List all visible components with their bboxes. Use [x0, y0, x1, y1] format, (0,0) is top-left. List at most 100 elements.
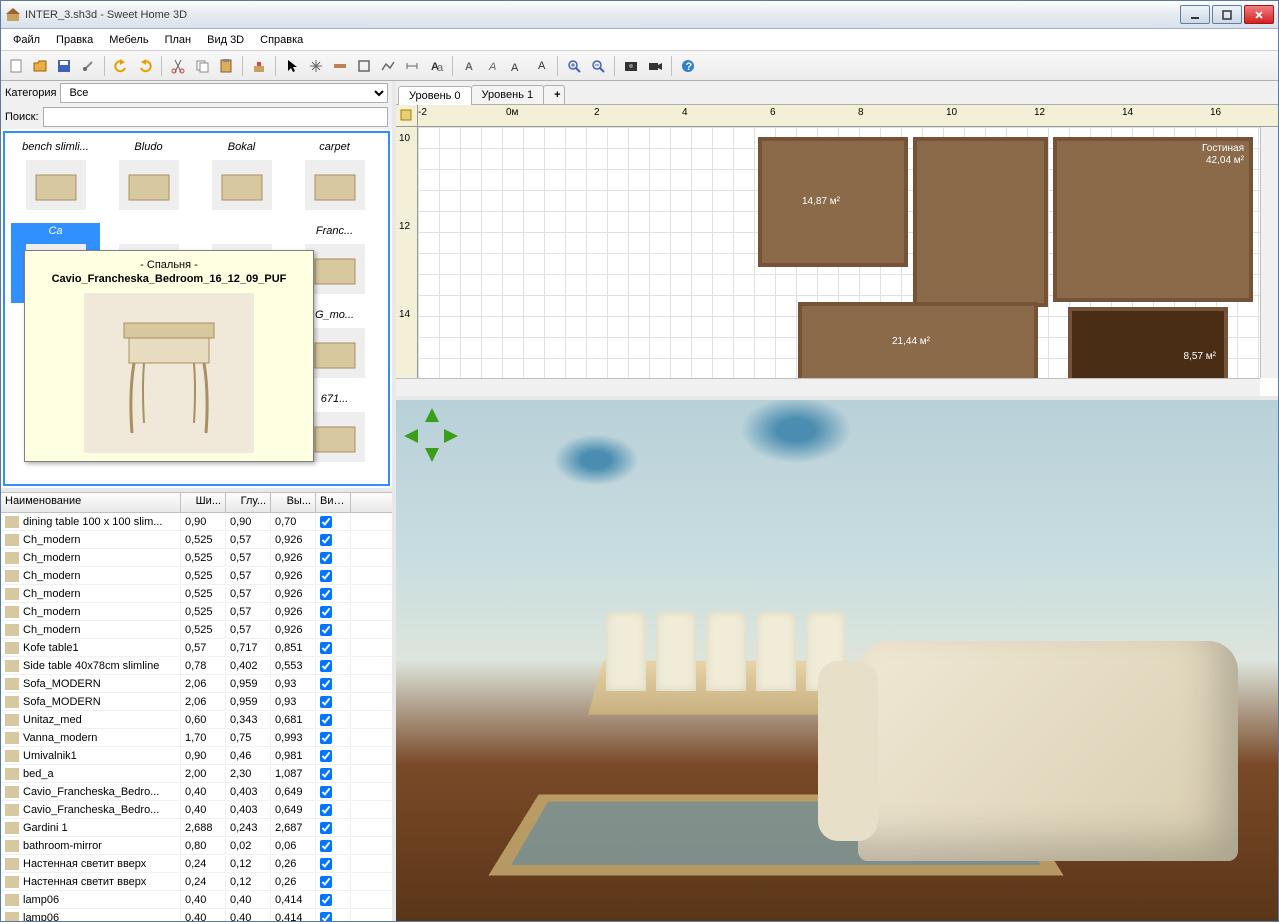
zoom-out-icon[interactable] — [587, 55, 609, 77]
table-row[interactable]: lamp06 0,40 0,40 0,414 — [1, 891, 392, 909]
prefs-icon[interactable] — [77, 55, 99, 77]
table-row[interactable]: Sofa_MODERN 2,06 0,959 0,93 — [1, 675, 392, 693]
create-dimension-icon[interactable] — [401, 55, 423, 77]
pan-icon[interactable] — [305, 55, 327, 77]
nav-left-icon[interactable] — [404, 429, 418, 443]
furniture-list[interactable]: Наименование Ши... Глу... Вы... Види... … — [1, 492, 392, 921]
menu-edit[interactable]: Правка — [48, 32, 101, 48]
add-furniture-icon[interactable] — [248, 55, 270, 77]
decrease-text-icon[interactable]: A — [530, 55, 552, 77]
visible-checkbox[interactable] — [320, 714, 332, 726]
table-row[interactable]: Umivalnik1 0,90 0,46 0,981 — [1, 747, 392, 765]
visible-checkbox[interactable] — [320, 516, 332, 528]
visible-checkbox[interactable] — [320, 750, 332, 762]
undo-icon[interactable] — [110, 55, 132, 77]
tab-level-1[interactable]: Уровень 1 — [471, 85, 545, 104]
table-row[interactable]: Sofa_MODERN 2,06 0,959 0,93 — [1, 693, 392, 711]
view-3d[interactable] — [396, 400, 1278, 921]
table-row[interactable]: Vanna_modern 1,70 0,75 0,993 — [1, 729, 392, 747]
plan-view[interactable]: -20м246810121416 101214 14,87 м² Гостина… — [396, 105, 1278, 400]
table-row[interactable]: Настенная светит вверх 0,24 0,12 0,26 — [1, 873, 392, 891]
menu-furniture[interactable]: Мебель — [101, 32, 156, 48]
visible-checkbox[interactable] — [320, 840, 332, 852]
table-row[interactable]: Kofe table1 0,57 0,717 0,851 — [1, 639, 392, 657]
table-row[interactable]: lamp06 0,40 0,40 0,414 — [1, 909, 392, 921]
visible-checkbox[interactable] — [320, 912, 332, 922]
visible-checkbox[interactable] — [320, 822, 332, 834]
table-row[interactable]: bed_a 2,00 2,30 1,087 — [1, 765, 392, 783]
catalog-item[interactable]: Bludo — [104, 139, 193, 219]
table-row[interactable]: Ch_modern 0,525 0,57 0,926 — [1, 531, 392, 549]
nav-right-icon[interactable] — [444, 429, 458, 443]
table-row[interactable]: dining table 100 x 100 slim... 0,90 0,90… — [1, 513, 392, 531]
photo-icon[interactable] — [620, 55, 642, 77]
plan-scrollbar-v[interactable] — [1260, 105, 1278, 378]
visible-checkbox[interactable] — [320, 876, 332, 888]
visible-checkbox[interactable] — [320, 696, 332, 708]
floorplan[interactable]: 14,87 м² Гостиная42,04 м² 21,44 м² 8,57 … — [758, 127, 1260, 378]
tab-add-level[interactable]: + — [543, 85, 565, 104]
text-italic-icon[interactable]: A — [482, 55, 504, 77]
tab-level-0[interactable]: Уровень 0 — [398, 86, 472, 105]
table-row[interactable]: Настенная светит вверх 0,24 0,12 0,26 — [1, 855, 392, 873]
save-icon[interactable] — [53, 55, 75, 77]
minimize-button[interactable] — [1180, 5, 1210, 24]
increase-text-icon[interactable]: A — [506, 55, 528, 77]
col-visible[interactable]: Види... — [316, 493, 351, 512]
table-row[interactable]: Ch_modern 0,525 0,57 0,926 — [1, 621, 392, 639]
col-depth[interactable]: Глу... — [226, 493, 271, 512]
select-icon[interactable] — [281, 55, 303, 77]
visible-checkbox[interactable] — [320, 552, 332, 564]
table-row[interactable]: Ch_modern 0,525 0,57 0,926 — [1, 585, 392, 603]
menu-file[interactable]: Файл — [5, 32, 48, 48]
visible-checkbox[interactable] — [320, 642, 332, 654]
visible-checkbox[interactable] — [320, 804, 332, 816]
visible-checkbox[interactable] — [320, 786, 332, 798]
table-row[interactable]: Cavio_Francheska_Bedro... 0,40 0,403 0,6… — [1, 801, 392, 819]
table-row[interactable]: Side table 40x78cm slimline 0,78 0,402 0… — [1, 657, 392, 675]
col-width[interactable]: Ши... — [181, 493, 226, 512]
paste-icon[interactable] — [215, 55, 237, 77]
visible-checkbox[interactable] — [320, 624, 332, 636]
table-row[interactable]: Cavio_Francheska_Bedro... 0,40 0,403 0,6… — [1, 783, 392, 801]
zoom-in-icon[interactable] — [563, 55, 585, 77]
table-row[interactable]: Ch_modern 0,525 0,57 0,926 — [1, 549, 392, 567]
new-icon[interactable] — [5, 55, 27, 77]
search-input[interactable] — [43, 107, 388, 127]
visible-checkbox[interactable] — [320, 858, 332, 870]
create-walls-icon[interactable] — [329, 55, 351, 77]
category-select[interactable]: Все — [60, 83, 388, 103]
table-row[interactable]: Gardini 1 2,688 0,243 2,687 — [1, 819, 392, 837]
visible-checkbox[interactable] — [320, 768, 332, 780]
visible-checkbox[interactable] — [320, 660, 332, 672]
plan-scrollbar-h[interactable] — [396, 378, 1260, 396]
visible-checkbox[interactable] — [320, 534, 332, 546]
visible-checkbox[interactable] — [320, 732, 332, 744]
menu-view3d[interactable]: Вид 3D — [199, 32, 252, 48]
redo-icon[interactable] — [134, 55, 156, 77]
cut-icon[interactable] — [167, 55, 189, 77]
visible-checkbox[interactable] — [320, 678, 332, 690]
video-icon[interactable] — [644, 55, 666, 77]
table-row[interactable]: Ch_modern 0,525 0,57 0,926 — [1, 603, 392, 621]
catalog-item[interactable]: bench slimli... — [11, 139, 100, 219]
catalog-item[interactable]: carpet — [290, 139, 379, 219]
text-bold-icon[interactable]: A — [458, 55, 480, 77]
visible-checkbox[interactable] — [320, 894, 332, 906]
table-row[interactable]: Unitaz_med 0,60 0,343 0,681 — [1, 711, 392, 729]
close-button[interactable] — [1244, 5, 1274, 24]
create-room-icon[interactable] — [353, 55, 375, 77]
col-name[interactable]: Наименование — [1, 493, 181, 512]
menu-help[interactable]: Справка — [252, 32, 311, 48]
visible-checkbox[interactable] — [320, 588, 332, 600]
open-icon[interactable] — [29, 55, 51, 77]
catalog-item[interactable]: Bokal — [197, 139, 286, 219]
nav-down-icon[interactable] — [425, 448, 439, 462]
visible-checkbox[interactable] — [320, 570, 332, 582]
col-height[interactable]: Вы... — [271, 493, 316, 512]
table-row[interactable]: Ch_modern 0,525 0,57 0,926 — [1, 567, 392, 585]
create-label-icon[interactable]: Aa — [425, 55, 447, 77]
table-row[interactable]: bathroom-mirror 0,80 0,02 0,06 — [1, 837, 392, 855]
visible-checkbox[interactable] — [320, 606, 332, 618]
nav-up-icon[interactable] — [425, 408, 439, 422]
